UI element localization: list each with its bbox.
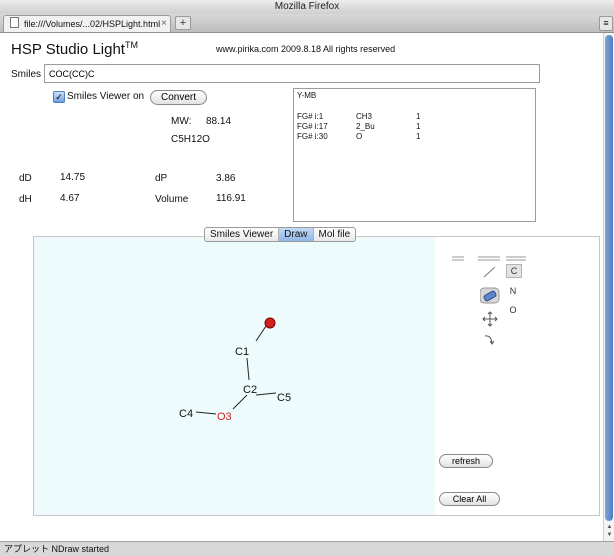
element-c-button[interactable]: C <box>506 264 522 278</box>
bond[interactable] <box>255 392 277 396</box>
results-title: Y-MB <box>297 91 317 100</box>
bond[interactable] <box>246 357 250 381</box>
fg-group: CH3 <box>356 112 373 121</box>
vertical-scrollbar[interactable]: ▲ ▼ <box>603 33 614 541</box>
element-n-button[interactable]: N <box>507 286 519 296</box>
fg-count: 1 <box>416 112 421 121</box>
atom-label-o3[interactable]: O3 <box>217 411 232 423</box>
tab-smiles-viewer[interactable]: Smiles Viewer <box>205 228 280 241</box>
dh-value: 4.67 <box>60 193 80 204</box>
clear-all-button[interactable]: Clear All <box>439 492 500 506</box>
fg-id: FG# i:17 <box>297 122 328 131</box>
molecule-drawing[interactable]: C1 C2 C5 C4 O3 <box>34 237 435 515</box>
tab-strip: file:///Volumes/...02/HSPLight.html × + … <box>0 14 614 33</box>
rotate-icon[interactable] <box>484 335 495 345</box>
draw-toolbar <box>436 237 599 515</box>
fg-group: O <box>356 132 363 141</box>
document-icon <box>10 17 19 28</box>
window-title: Mozilla Firefox <box>0 0 614 15</box>
convert-button[interactable]: Convert <box>150 90 207 105</box>
atom-label-c2[interactable]: C2 <box>243 384 257 396</box>
copyright-text: www.pirika.com 2009.8.18 All rights rese… <box>216 44 396 54</box>
browser-tab[interactable]: file:///Volumes/...02/HSPLight.html × <box>3 15 171 32</box>
move-icon[interactable] <box>482 311 498 327</box>
fg-id: FG# i:30 <box>297 132 328 141</box>
tab-draw[interactable]: Draw <box>279 228 314 241</box>
atom-label-c5[interactable]: C5 <box>277 392 291 404</box>
close-icon[interactable]: × <box>161 16 167 32</box>
fg-count: 1 <box>416 122 421 131</box>
trademark: TM <box>124 40 138 50</box>
selected-atom[interactable] <box>264 317 276 329</box>
results-panel: Y-MB FG# i:1 CH3 1 FG# i:17 2_Bu 1 FG# i… <box>293 88 536 222</box>
bond[interactable] <box>255 325 267 342</box>
mw-value: 88.14 <box>206 116 232 127</box>
dd-value: 14.75 <box>60 172 86 183</box>
smiles-viewer-label: Smiles Viewer on <box>67 91 145 102</box>
app-title-text: HSP Studio Light <box>11 41 125 58</box>
formula: C5H12O <box>171 134 210 145</box>
line-tool-icon[interactable] <box>483 266 496 278</box>
scroll-arrows[interactable]: ▲ ▼ <box>604 523 614 539</box>
smiles-label: Smiles <box>11 69 42 80</box>
toolbar-separators <box>452 256 526 261</box>
mw-label: MW: <box>171 116 192 127</box>
checkbox-icon[interactable]: ✓ <box>53 91 65 103</box>
atom-label-c4[interactable]: C4 <box>179 408 193 420</box>
fg-group: 2_Bu <box>356 122 375 131</box>
editor-tabs: Smiles Viewer Draw Mol file <box>204 227 357 242</box>
status-bar: アプレット NDraw started <box>0 541 614 556</box>
tab-list-icon[interactable]: ≡ <box>599 16 613 31</box>
bond[interactable] <box>232 394 248 410</box>
tool-icons <box>480 266 500 345</box>
dd-label: dD <box>19 173 32 184</box>
status-text: アプレット NDraw started <box>4 544 110 554</box>
tab-mol-file[interactable]: Mol file <box>314 228 356 241</box>
app-title: HSP Studio LightTM <box>11 40 138 58</box>
volume-label: Volume <box>155 194 189 205</box>
volume-value: 116.91 <box>216 193 246 204</box>
refresh-button[interactable]: refresh <box>439 454 493 468</box>
fg-id: FG# i:1 <box>297 112 324 121</box>
dp-label: dP <box>155 173 168 184</box>
fg-count: 1 <box>416 132 421 141</box>
bond[interactable] <box>195 411 217 415</box>
element-o-button[interactable]: O <box>507 305 519 315</box>
atom-label-c1[interactable]: C1 <box>235 346 249 358</box>
scroll-thumb[interactable] <box>605 35 613 521</box>
dh-label: dH <box>19 194 32 205</box>
smiles-input[interactable] <box>44 64 540 83</box>
dp-value: 3.86 <box>216 173 236 184</box>
plus-icon[interactable]: + <box>175 16 191 30</box>
browser-tab-label: file:///Volumes/...02/HSPLight.html <box>24 19 161 29</box>
